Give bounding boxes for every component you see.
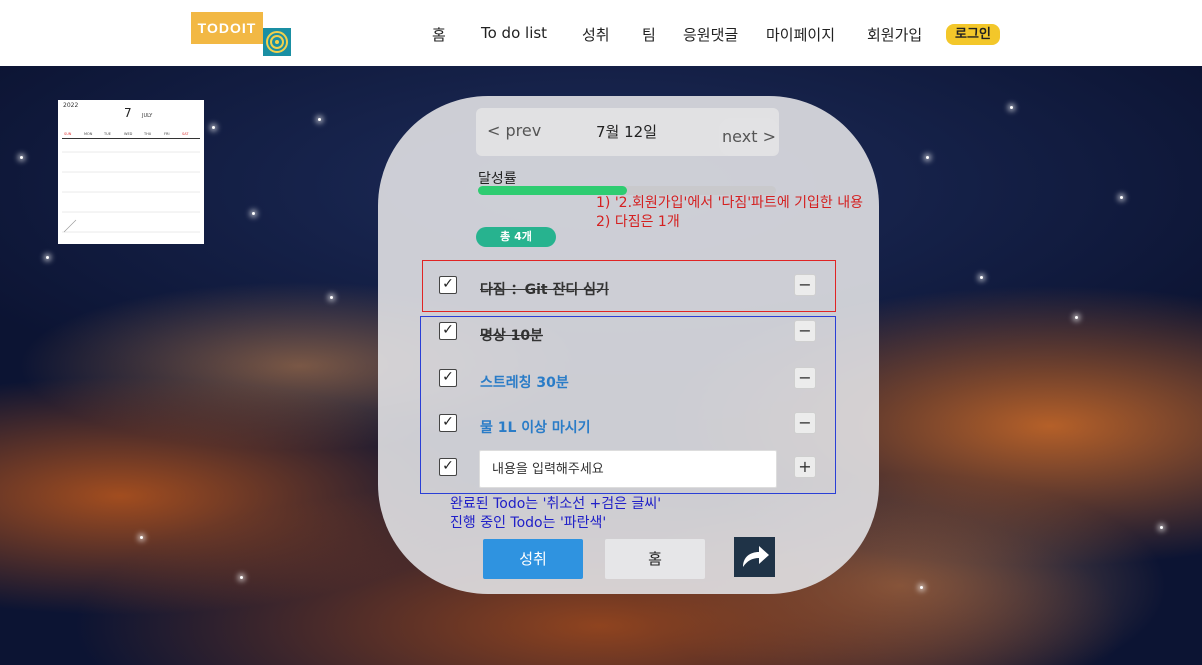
todo-checkbox[interactable]: ✓ bbox=[439, 369, 457, 387]
calendar-month-number: 7 bbox=[124, 106, 132, 120]
new-todo-checkbox[interactable]: ✓ bbox=[439, 458, 457, 476]
nav-signup[interactable]: 회원가입 bbox=[867, 24, 922, 45]
site-header: TODOIT 홈 To do list 성취 팀 응원댓글 마이페이지 회원가입… bbox=[0, 0, 1202, 66]
total-count-badge: 총 4개 bbox=[476, 227, 556, 247]
todo-checkbox[interactable]: ✓ bbox=[439, 414, 457, 432]
home-button[interactable]: 홈 bbox=[605, 539, 705, 579]
calendar-weekday-thu: THU bbox=[143, 132, 152, 136]
todo-text: 물 1L 이상 마시기 bbox=[480, 420, 591, 436]
todo-text: 명상 10분 bbox=[480, 328, 543, 344]
delete-todo-button[interactable]: − bbox=[794, 412, 816, 434]
calendar-month-name: JULY bbox=[142, 113, 153, 119]
logo-text: TODOIT bbox=[191, 12, 263, 44]
new-todo-input[interactable] bbox=[479, 450, 777, 488]
next-day-button[interactable]: next > bbox=[719, 118, 779, 156]
calendar-year: 2022 bbox=[63, 102, 79, 109]
calendar-grid: SUN MON TUE WED THU FRI SAT bbox=[62, 132, 200, 233]
achievement-button[interactable]: 성취 bbox=[483, 539, 583, 579]
calendar-weekday-sun: SUN bbox=[64, 132, 72, 136]
calendar-weekday-tue: TUE bbox=[103, 132, 111, 136]
todo-text: 스트레칭 30분 bbox=[480, 375, 569, 391]
nav-todo-list[interactable]: To do list bbox=[481, 24, 547, 42]
nav-cheer-comments[interactable]: 응원댓글 bbox=[683, 24, 738, 45]
red-annotation-note: 1) '2.회원가입'에서 '다짐'파트에 기입한 내용 2) 다짐은 1개 bbox=[596, 195, 864, 230]
nav-team[interactable]: 팀 bbox=[642, 24, 656, 45]
delete-todo-button[interactable]: − bbox=[794, 274, 816, 296]
calendar-thumbnail[interactable]: 2022 7 JULY SUN MON TUE WED THU FRI SAT bbox=[58, 100, 204, 244]
calendar-weekday-wed: WED bbox=[124, 132, 133, 136]
calendar-weekday-sat: SAT bbox=[182, 132, 189, 136]
delete-todo-button[interactable]: − bbox=[794, 320, 816, 342]
nav-achievement[interactable]: 성취 bbox=[582, 24, 610, 45]
todoit-logo[interactable]: TODOIT bbox=[191, 12, 293, 58]
calendar-weekday-fri: FRI bbox=[164, 132, 169, 136]
current-date: 7월 12일 bbox=[596, 123, 657, 141]
share-arrow-icon[interactable] bbox=[734, 537, 775, 577]
todo-text: 다짐 ：Git 잔디 심기 bbox=[480, 282, 609, 298]
achievement-rate-label: 달성률 bbox=[478, 171, 517, 187]
login-button[interactable]: 로그인 bbox=[946, 24, 1000, 45]
nav-mypage[interactable]: 마이페이지 bbox=[766, 24, 835, 45]
prev-day-button[interactable]: < prev bbox=[487, 121, 541, 140]
delete-todo-button[interactable]: − bbox=[794, 367, 816, 389]
blue-annotation-note: 완료된 Todo는 '취소선 +검은 글씨' 진행 중인 Todo는 '파란색' bbox=[450, 496, 662, 531]
todo-checkbox[interactable]: ✓ bbox=[439, 322, 457, 340]
add-todo-button[interactable]: + bbox=[794, 456, 816, 478]
todo-checkbox[interactable]: ✓ bbox=[439, 276, 457, 294]
target-icon bbox=[263, 28, 291, 56]
nav-home[interactable]: 홈 bbox=[432, 24, 446, 45]
calendar-weekday-mon: MON bbox=[84, 132, 93, 136]
